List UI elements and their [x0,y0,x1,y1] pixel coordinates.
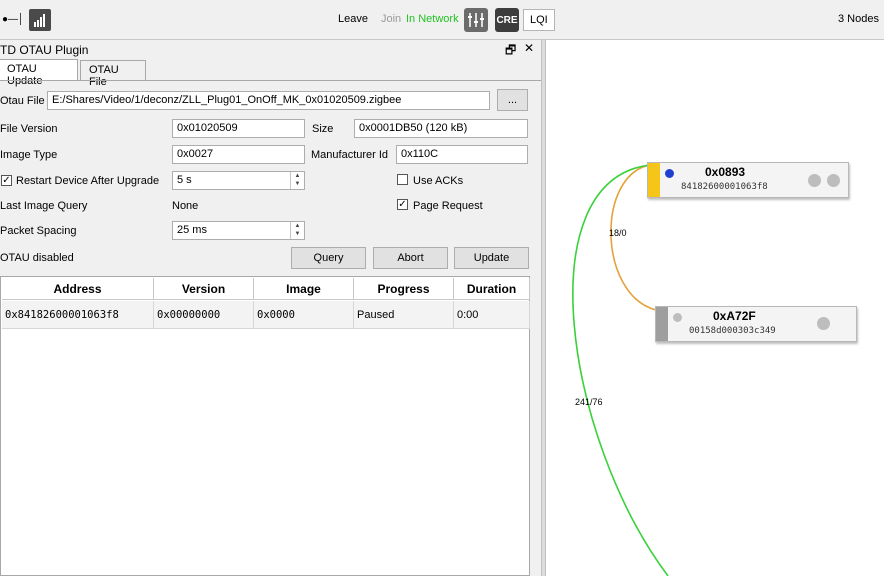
nodes-count: 3 Nodes [838,13,879,25]
column-header-image[interactable]: Image [254,278,354,300]
update-button[interactable]: Update [454,247,529,269]
equalizer-icon[interactable] [464,8,488,32]
last-image-query-label: Last Image Query [0,200,88,212]
otau-file-label: Otau File [0,95,45,107]
node-accent [648,163,660,197]
browse-button[interactable]: ... [497,89,528,111]
join-button[interactable]: Join [381,13,401,25]
manufacturer-id-label: Manufacturer Id [311,149,389,161]
otau-plugin-panel: TD OTAU Plugin 🗗 ✕ OTAU Update OTAU File… [0,40,541,576]
column-header-version[interactable]: Version [154,278,254,300]
toolbar: ●—│ Leave Join In Network CRE LQI 3 Node… [0,0,884,40]
signal-strength-icon[interactable] [29,9,51,31]
edge-label-lqi: 18/0 [609,228,627,238]
node-0x0893[interactable]: 0x0893 84182600001063f8 [647,162,849,198]
column-header-progress[interactable]: Progress [354,278,454,300]
restart-device-label: Restart Device After Upgrade [16,175,160,187]
node-accent [656,307,668,341]
abort-button[interactable]: Abort [373,247,448,269]
node-selected-indicator [665,169,674,178]
endpoint-icon[interactable] [808,174,821,187]
restart-device-checkbox[interactable]: ✓ [1,175,12,186]
float-icon[interactable]: 🗗 [505,41,516,62]
edge-label-lqi: 241/76 [575,397,603,407]
endpoint-icon[interactable] [827,174,840,187]
manufacturer-id-field[interactable]: 0x110C [396,145,528,164]
packet-spacing-spinbox[interactable]: 25 ms ▲ ▼ [172,221,305,240]
node-address: 84182600001063f8 [681,182,768,192]
node-title: 0x0893 [705,165,746,179]
image-type-label: Image Type [0,149,58,161]
column-header-address[interactable]: Address [2,278,154,300]
restart-delay-spinbox[interactable]: 5 s ▲ ▼ [172,171,305,190]
page-request-label: Page Request [413,200,483,212]
table-cell-version[interactable]: 0x00000000 [154,301,254,329]
leave-button[interactable]: Leave [338,13,368,25]
otau-file-field[interactable]: E:/Shares/Video/1/deconz/ZLL_Plug01_OnOf… [47,91,490,110]
tab-divider [0,80,541,81]
node-address: 00158d000303c349 [689,326,776,336]
query-button[interactable]: Query [291,247,366,269]
cre-button[interactable]: CRE [495,8,519,32]
endpoint-icon[interactable] [817,317,830,330]
page-request-checkbox[interactable]: ✓ [397,199,408,210]
size-field[interactable]: 0x0001DB50 (120 kB) [354,119,528,138]
file-version-label: File Version [0,123,58,135]
use-acks-checkbox[interactable] [397,174,408,185]
use-acks-label: Use ACKs [413,175,464,187]
restart-delay-spin-buttons[interactable]: ▲ ▼ [290,172,304,189]
image-type-field[interactable]: 0x0027 [172,145,305,164]
close-icon[interactable]: ✕ [524,41,534,55]
otau-status: OTAU disabled [0,252,74,264]
size-label: Size [312,123,334,135]
restart-delay-value: 5 s [177,174,192,186]
node-title: 0xA72F [713,309,756,323]
network-status: In Network [406,13,459,25]
lqi-button[interactable]: LQI [523,9,555,31]
panel-title: TD OTAU Plugin [0,43,89,57]
table-cell-duration[interactable]: 0:00 [454,301,530,329]
network-link-icon[interactable]: ●—│ [2,14,24,25]
packet-spacing-spin-buttons[interactable]: ▲ ▼ [290,222,304,239]
file-version-field[interactable]: 0x01020509 [172,119,305,138]
column-header-duration[interactable]: Duration [454,278,530,300]
last-image-query-value: None [172,200,199,212]
tab-otau-update[interactable]: OTAU Update [0,59,78,87]
otau-node-table[interactable]: Address Version Image Progress Duration … [0,276,530,576]
tab-otau-file[interactable]: OTAU File [80,60,146,88]
network-graph-view[interactable]: 18/0 241/76 0x0893 84182600001063f8 0xA7… [546,40,884,576]
packet-spacing-label: Packet Spacing [0,225,77,237]
node-status-indicator [673,313,682,322]
packet-spacing-value: 25 ms [177,224,207,236]
node-0xa72f[interactable]: 0xA72F 00158d000303c349 [655,306,857,342]
table-cell-image[interactable]: 0x0000 [254,301,354,329]
edge-0893-coordinator [572,164,669,576]
table-cell-address[interactable]: 0x84182600001063f8 [2,301,154,329]
table-cell-progress[interactable]: Paused [354,301,454,329]
